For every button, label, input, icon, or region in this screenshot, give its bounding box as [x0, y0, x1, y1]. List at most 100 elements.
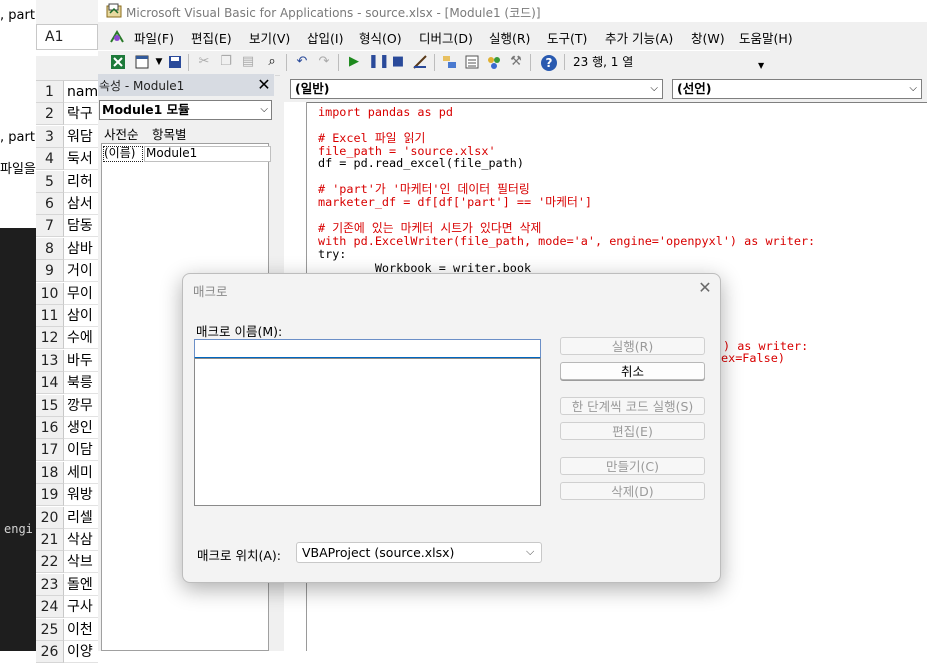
row-header[interactable]: 11	[36, 305, 64, 327]
object-select[interactable]: (일반) ⌵	[290, 79, 663, 99]
cell[interactable]: 둑서	[64, 148, 98, 170]
property-name-key[interactable]: (이름)	[103, 146, 143, 162]
menu-file[interactable]: 파일(F)	[134, 28, 174, 47]
row-header[interactable]: 3	[36, 126, 64, 148]
cell[interactable]: 바두	[64, 350, 98, 372]
row-header[interactable]: 1	[36, 81, 64, 103]
cell[interactable]: 삼이	[64, 305, 98, 327]
design-mode-icon[interactable]	[412, 54, 428, 70]
property-name-value[interactable]: Module1	[144, 146, 271, 162]
properties-window-icon[interactable]	[464, 54, 480, 70]
row-header[interactable]: 4	[36, 148, 64, 170]
row-header[interactable]: 18	[36, 462, 64, 484]
cell[interactable]: 세미	[64, 462, 98, 484]
cell[interactable]: 삭브	[64, 551, 98, 573]
column-header[interactable]	[36, 56, 98, 81]
find-icon[interactable]: ⌕	[264, 54, 280, 70]
macro-location-select[interactable]: VBAProject (source.xlsx)	[296, 542, 542, 563]
row-header[interactable]: 2	[36, 103, 64, 125]
row-header[interactable]: 23	[36, 574, 64, 596]
row-header[interactable]: 13	[36, 350, 64, 372]
cancel-button[interactable]: 취소	[560, 362, 705, 380]
menu-format[interactable]: 형식(O)	[359, 28, 402, 47]
row-header[interactable]: 16	[36, 417, 64, 439]
cell[interactable]: 거이	[64, 260, 98, 282]
toolbox-icon[interactable]: ⚒	[508, 54, 524, 70]
properties-close-icon[interactable]: ✕	[255, 76, 273, 94]
menu-insert[interactable]: 삽입(I)	[307, 28, 343, 47]
row-header[interactable]: 12	[36, 327, 64, 349]
cell[interactable]: 리셀	[64, 507, 98, 529]
menu-addins[interactable]: 추가 기능(A)	[605, 28, 673, 47]
menu-view[interactable]: 보기(V)	[249, 28, 290, 47]
row-header[interactable]: 21	[36, 529, 64, 551]
view-excel-icon[interactable]	[110, 54, 126, 70]
edit-button[interactable]: 편집(E)	[560, 422, 705, 440]
macro-list[interactable]	[194, 358, 541, 506]
row-header[interactable]: 14	[36, 372, 64, 394]
cell[interactable]: 삼서	[64, 193, 98, 215]
row-header[interactable]: 15	[36, 395, 64, 417]
row-header[interactable]: 26	[36, 641, 64, 663]
row-header[interactable]: 17	[36, 439, 64, 461]
macro-name-input[interactable]	[194, 339, 541, 359]
save-icon[interactable]	[167, 54, 183, 70]
copy-icon[interactable]: ❐	[218, 54, 234, 70]
object-browser-icon[interactable]	[486, 54, 502, 70]
row-header[interactable]: 24	[36, 596, 64, 618]
cell[interactable]: 이천	[64, 619, 98, 641]
cell[interactable]: 삭삼	[64, 529, 98, 551]
menu-debug[interactable]: 디버그(D)	[419, 28, 473, 47]
cell[interactable]: 워방	[64, 484, 98, 506]
cut-icon[interactable]: ✂	[196, 54, 212, 70]
cell[interactable]: 이양	[64, 641, 98, 663]
menu-run[interactable]: 실행(R)	[489, 28, 530, 47]
create-button[interactable]: 만들기(C)	[560, 457, 705, 475]
break-icon[interactable]: ❚❚	[368, 54, 390, 70]
cell[interactable]: 리허	[64, 171, 98, 193]
cell[interactable]: 북릉	[64, 372, 98, 394]
cell[interactable]: 돌엔	[64, 574, 98, 596]
cell[interactable]: 삼바	[64, 238, 98, 260]
cell[interactable]: 무이	[64, 283, 98, 305]
tab-alphabetic[interactable]: 사전순	[101, 123, 142, 144]
row-header[interactable]: 10	[36, 283, 64, 305]
row-header[interactable]: 20	[36, 507, 64, 529]
undo-icon[interactable]: ↶	[294, 54, 310, 70]
cell[interactable]: 구사	[64, 596, 98, 618]
vba-menu-icon[interactable]	[108, 28, 126, 46]
name-box[interactable]: A1	[36, 24, 98, 50]
menu-window[interactable]: 창(W)	[691, 28, 725, 47]
cell[interactable]: nam	[64, 81, 98, 103]
cell[interactable]: 담동	[64, 215, 98, 237]
help-icon[interactable]: ?	[540, 54, 557, 71]
step-into-button[interactable]: 한 단계씩 코드 실행(S)	[560, 397, 705, 415]
insert-dropdown-icon[interactable]: ▼	[151, 54, 167, 70]
menu-edit[interactable]: 편집(E)	[191, 28, 232, 47]
menu-tools[interactable]: 도구(T)	[547, 28, 587, 47]
menu-help[interactable]: 도움말(H)	[739, 28, 793, 47]
procedure-select[interactable]: (선언) ⌵	[672, 79, 922, 99]
row-header[interactable]: 5	[36, 171, 64, 193]
run-icon[interactable]: ▶	[346, 54, 362, 70]
cell[interactable]: 워담	[64, 126, 98, 148]
reset-icon[interactable]: ■	[390, 54, 406, 70]
cell[interactable]: 생인	[64, 417, 98, 439]
cell[interactable]: 수에	[64, 327, 98, 349]
project-explorer-icon[interactable]	[442, 54, 458, 70]
row-header[interactable]: 6	[36, 193, 64, 215]
toolbar-overflow-icon[interactable]: ▼	[758, 58, 768, 74]
close-icon[interactable]: ✕	[696, 279, 714, 297]
tab-categorized[interactable]: 항목별	[149, 123, 190, 144]
row-header[interactable]: 9	[36, 260, 64, 282]
cell[interactable]: 락구	[64, 103, 98, 125]
paste-icon[interactable]: ▤	[240, 54, 256, 70]
delete-button[interactable]: 삭제(D)	[560, 482, 705, 500]
row-header[interactable]: 8	[36, 238, 64, 260]
run-button[interactable]: 실행(R)	[560, 337, 705, 355]
insert-module-icon[interactable]	[134, 54, 150, 70]
redo-icon[interactable]: ↷	[316, 54, 332, 70]
cell[interactable]: 깡무	[64, 395, 98, 417]
properties-object-select[interactable]: Module1 모듈 ⌵	[99, 100, 272, 120]
cell[interactable]: 이담	[64, 439, 98, 461]
